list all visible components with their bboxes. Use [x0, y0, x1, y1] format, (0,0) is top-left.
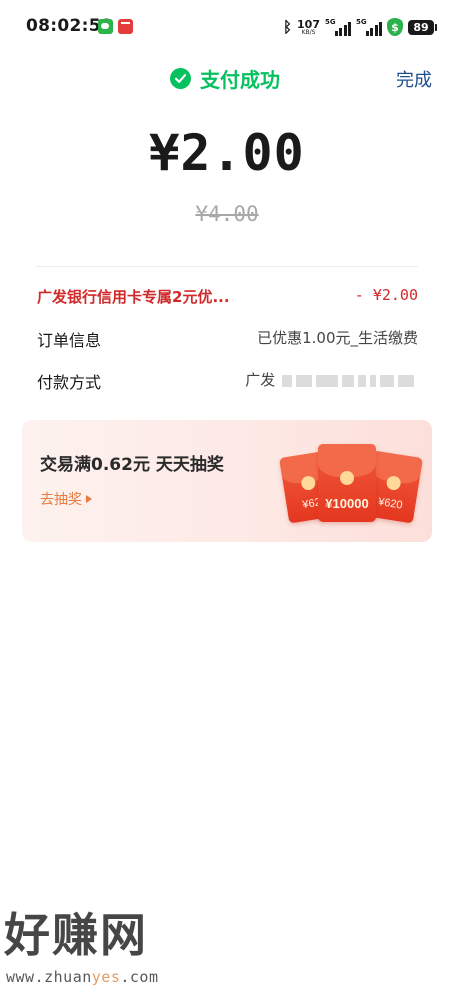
status-indicators: ᛒ 107 KB/S 5G 5G $ 89	[283, 14, 437, 40]
paid-amount: ¥2.00	[149, 124, 305, 182]
done-button[interactable]: 完成	[396, 66, 432, 92]
header-title-group: 支付成功	[170, 64, 280, 93]
network-speed-unit: KB/S	[301, 28, 316, 36]
bluetooth-icon: ᛒ	[283, 18, 293, 36]
discount-row[interactable]: 广发银行信用卡专属2元优... - ¥2.00	[37, 286, 418, 310]
lottery-promo-card[interactable]: 交易满0.62元 天天抽奖 去抽奖 ¥62 ¥620 ¥10000	[22, 420, 432, 542]
red-envelope-icon: ¥10000	[318, 444, 376, 522]
signal-strength-icon: 5G	[325, 18, 351, 36]
wechat-notification-icon	[98, 19, 113, 34]
header: 支付成功 完成	[0, 52, 454, 100]
page-title: 支付成功	[200, 68, 280, 92]
original-amount: ¥4.00	[195, 202, 259, 226]
signal-bars	[334, 22, 351, 36]
order-info-value: 已优惠1.00元_生活缴费	[257, 329, 418, 347]
app-notification-icon	[118, 19, 133, 34]
network-speed-value: 107	[297, 17, 320, 31]
payment-method-row[interactable]: 付款方式 广发	[37, 369, 418, 393]
red-envelope-amount: ¥10000	[325, 496, 369, 511]
promo-title: 交易满0.62元 天天抽奖	[40, 455, 224, 475]
payment-method-label: 付款方式	[37, 373, 102, 392]
watermark-url-accent: yes	[91, 968, 121, 986]
network-speed: 107 KB/S	[297, 19, 320, 36]
shield-icon: $	[387, 18, 403, 36]
go-lottery-label: 去抽奖	[40, 492, 82, 508]
caret-right-icon	[86, 495, 92, 503]
discount-value: - ¥2.00	[354, 286, 418, 304]
battery-icon: 89	[408, 19, 437, 35]
payment-method-bank: 广发	[245, 371, 276, 389]
go-lottery-link[interactable]: 去抽奖	[40, 489, 92, 509]
order-info-row[interactable]: 订单信息 已优惠1.00元_生活缴费	[37, 327, 418, 351]
masked-card-number	[282, 372, 418, 390]
payment-method-value: 广发	[245, 369, 418, 390]
signal-strength-icon-2: 5G	[356, 18, 382, 36]
watermark-url: www.zhuanyes.com	[6, 968, 159, 986]
watermark-url-prefix: www.zhuan	[6, 968, 92, 986]
order-info-label: 订单信息	[37, 331, 102, 350]
watermark-logo: 好赚网	[4, 908, 148, 962]
check-circle-icon	[170, 68, 191, 89]
discount-label: 广发银行信用卡专属2元优...	[37, 288, 230, 306]
watermark-url-suffix: .com	[120, 968, 159, 986]
signal-bars-2	[365, 22, 382, 36]
divider	[36, 266, 418, 267]
status-bar: 08:02:59 ᛒ 107 KB/S 5G 5G $ 89	[0, 0, 454, 52]
